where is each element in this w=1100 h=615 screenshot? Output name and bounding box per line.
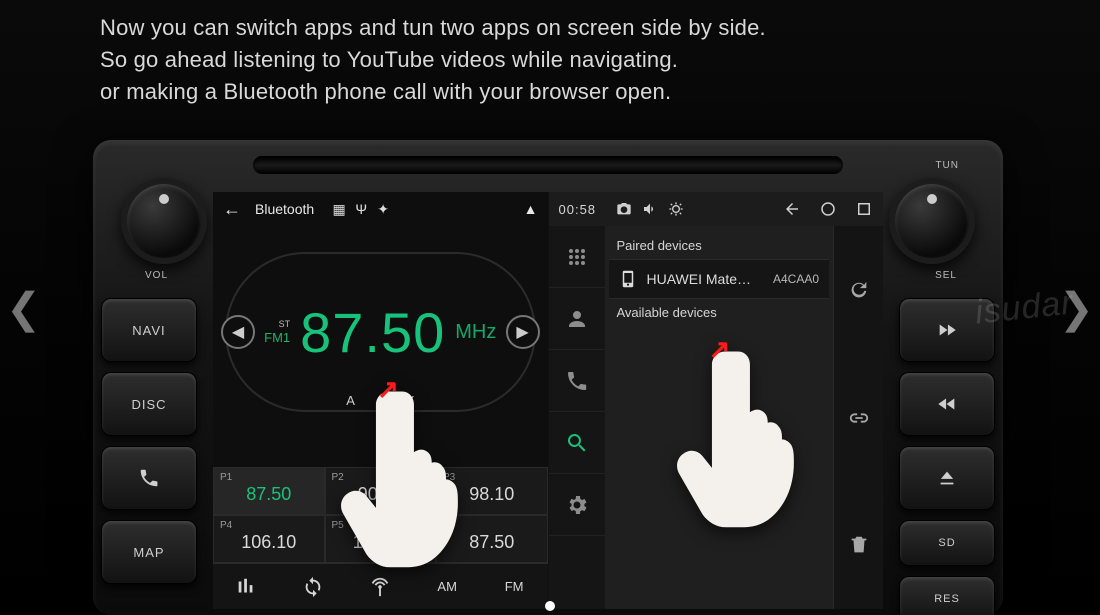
split-left-pane[interactable]: ← Bluetooth ▦ Ψ ✦ ▲ ◀ ▶ [213,192,549,609]
volume-icon[interactable] [642,201,658,217]
preset-5[interactable]: P5108.00 [325,515,437,563]
trash-icon [848,534,870,556]
frequency-readout: ST FM1 87.50 MHz [225,252,536,412]
preset-3[interactable]: P398.10 [436,467,548,515]
nav-home-icon[interactable] [819,200,837,218]
paired-heading: Paired devices [609,232,830,259]
left-status-bar: ← Bluetooth ▦ Ψ ✦ ▲ [213,192,548,226]
antenna-icon [369,576,391,598]
eq-button[interactable] [213,564,280,609]
carousel-prev[interactable]: ❮ [6,283,41,332]
disc-slot [253,156,843,174]
tab-recents[interactable] [549,350,605,412]
bt-icon: ✦ [376,202,390,216]
clock: 00:58 [559,202,597,217]
person-icon [565,307,589,331]
tuner-dial[interactable]: ◀ ▶ ST FM1 87.50 MHz A PTY [225,252,536,412]
hw-phone-button[interactable] [101,446,197,510]
preset-1[interactable]: P187.50 [213,467,325,515]
hw-prev-button[interactable] [899,372,995,436]
preset-2[interactable]: P290.10 [325,467,437,515]
left-hardware-buttons: NAVI DISC MAP [101,298,197,584]
marketing-line: Now you can switch apps and tun two apps… [100,12,766,44]
carousel-indicator[interactable] [545,601,555,611]
preset-6[interactable]: P687.50 [436,515,548,563]
bt-action-column [833,226,883,609]
hw-navi-button[interactable]: NAVI [101,298,197,362]
am-button[interactable]: AM [414,564,481,609]
head-unit: VOL TUN SEL NAVI DISC MAP SD RES [93,140,1003,615]
right-status-bar: 00:58 [549,192,884,226]
tun-label: TUN [935,160,959,171]
frequency-value: 87.50 [300,300,445,365]
available-heading: Available devices [609,299,830,326]
fm-button[interactable]: FM [481,564,548,609]
tab-keypad[interactable] [549,226,605,288]
scan-button[interactable] [347,564,414,609]
touch-screen: ← Bluetooth ▦ Ψ ✦ ▲ ◀ ▶ [213,192,883,609]
tab-settings[interactable] [549,474,605,536]
stereo-indicator: ST [279,320,291,329]
tab-search[interactable] [549,412,605,474]
preset-4[interactable]: P4106.10 [213,515,325,563]
brightness-icon[interactable] [668,201,684,217]
app-title: Bluetooth [255,201,314,217]
marketing-line: or making a Bluetooth phone call with yo… [100,76,766,108]
missed-call-icon [565,369,589,393]
loop-icon [302,576,324,598]
bt-device-panel: Paired devices HUAWEI Mate… A4CAA0 Avail… [605,226,834,609]
band-label: FM1 [264,331,290,344]
tune-select-knob[interactable] [889,178,975,264]
left-bottom-bar: AM FM [213,563,548,609]
camera-icon[interactable] [616,201,632,217]
tuner-sub-pty[interactable]: PTY [389,393,414,408]
phone-icon [138,467,160,489]
search-icon [565,431,589,455]
sel-label: SEL [935,270,957,281]
loop-button[interactable] [280,564,347,609]
split-right-pane[interactable]: 00:58 [549,192,884,609]
nav-recent-icon[interactable] [855,200,873,218]
hw-sd-button[interactable]: SD [899,520,995,566]
bt-disconnect-button[interactable] [834,354,883,482]
device-mac: A4CAA0 [773,272,819,286]
carousel-next[interactable]: ❯ [1059,283,1094,332]
bt-delete-button[interactable] [834,481,883,609]
marketing-line: So go ahead listening to YouTube videos … [100,44,766,76]
refresh-icon [848,279,870,301]
marketing-copy: Now you can switch apps and tun two apps… [100,12,766,108]
hw-next-button[interactable] [899,298,995,362]
frequency-unit: MHz [455,321,496,344]
usb-icon: Ψ [354,202,368,216]
gear-icon [565,493,589,517]
paired-device-row[interactable]: HUAWEI Mate… A4CAA0 [609,259,830,299]
vol-label: VOL [145,270,168,281]
wifi-icon: ▲ [524,201,538,217]
bt-side-tabs [549,226,605,609]
hw-disc-button[interactable]: DISC [101,372,197,436]
hw-res-button[interactable]: RES [899,576,995,615]
power-volume-knob[interactable] [121,178,207,264]
device-name: HUAWEI Mate… [647,271,763,287]
bt-refresh-button[interactable] [834,226,883,354]
hw-map-button[interactable]: MAP [101,520,197,584]
tuner-sub-a[interactable]: A [346,393,355,408]
keypad-icon [565,245,589,269]
prev-track-icon [936,393,958,415]
phone-device-icon [619,270,637,288]
right-hardware-buttons: SD RES [899,298,995,615]
sd-icon: ▦ [332,202,346,216]
eject-icon [936,467,958,489]
unlink-icon [848,407,870,429]
back-icon[interactable]: ← [223,199,241,220]
equalizer-icon [235,576,257,598]
nav-back-icon[interactable] [783,200,801,218]
tab-contacts[interactable] [549,288,605,350]
hw-eject-button[interactable] [899,446,995,510]
preset-grid: P187.50 P290.10 P398.10 P4106.10 P5108.0… [213,467,548,563]
next-track-icon [936,319,958,341]
